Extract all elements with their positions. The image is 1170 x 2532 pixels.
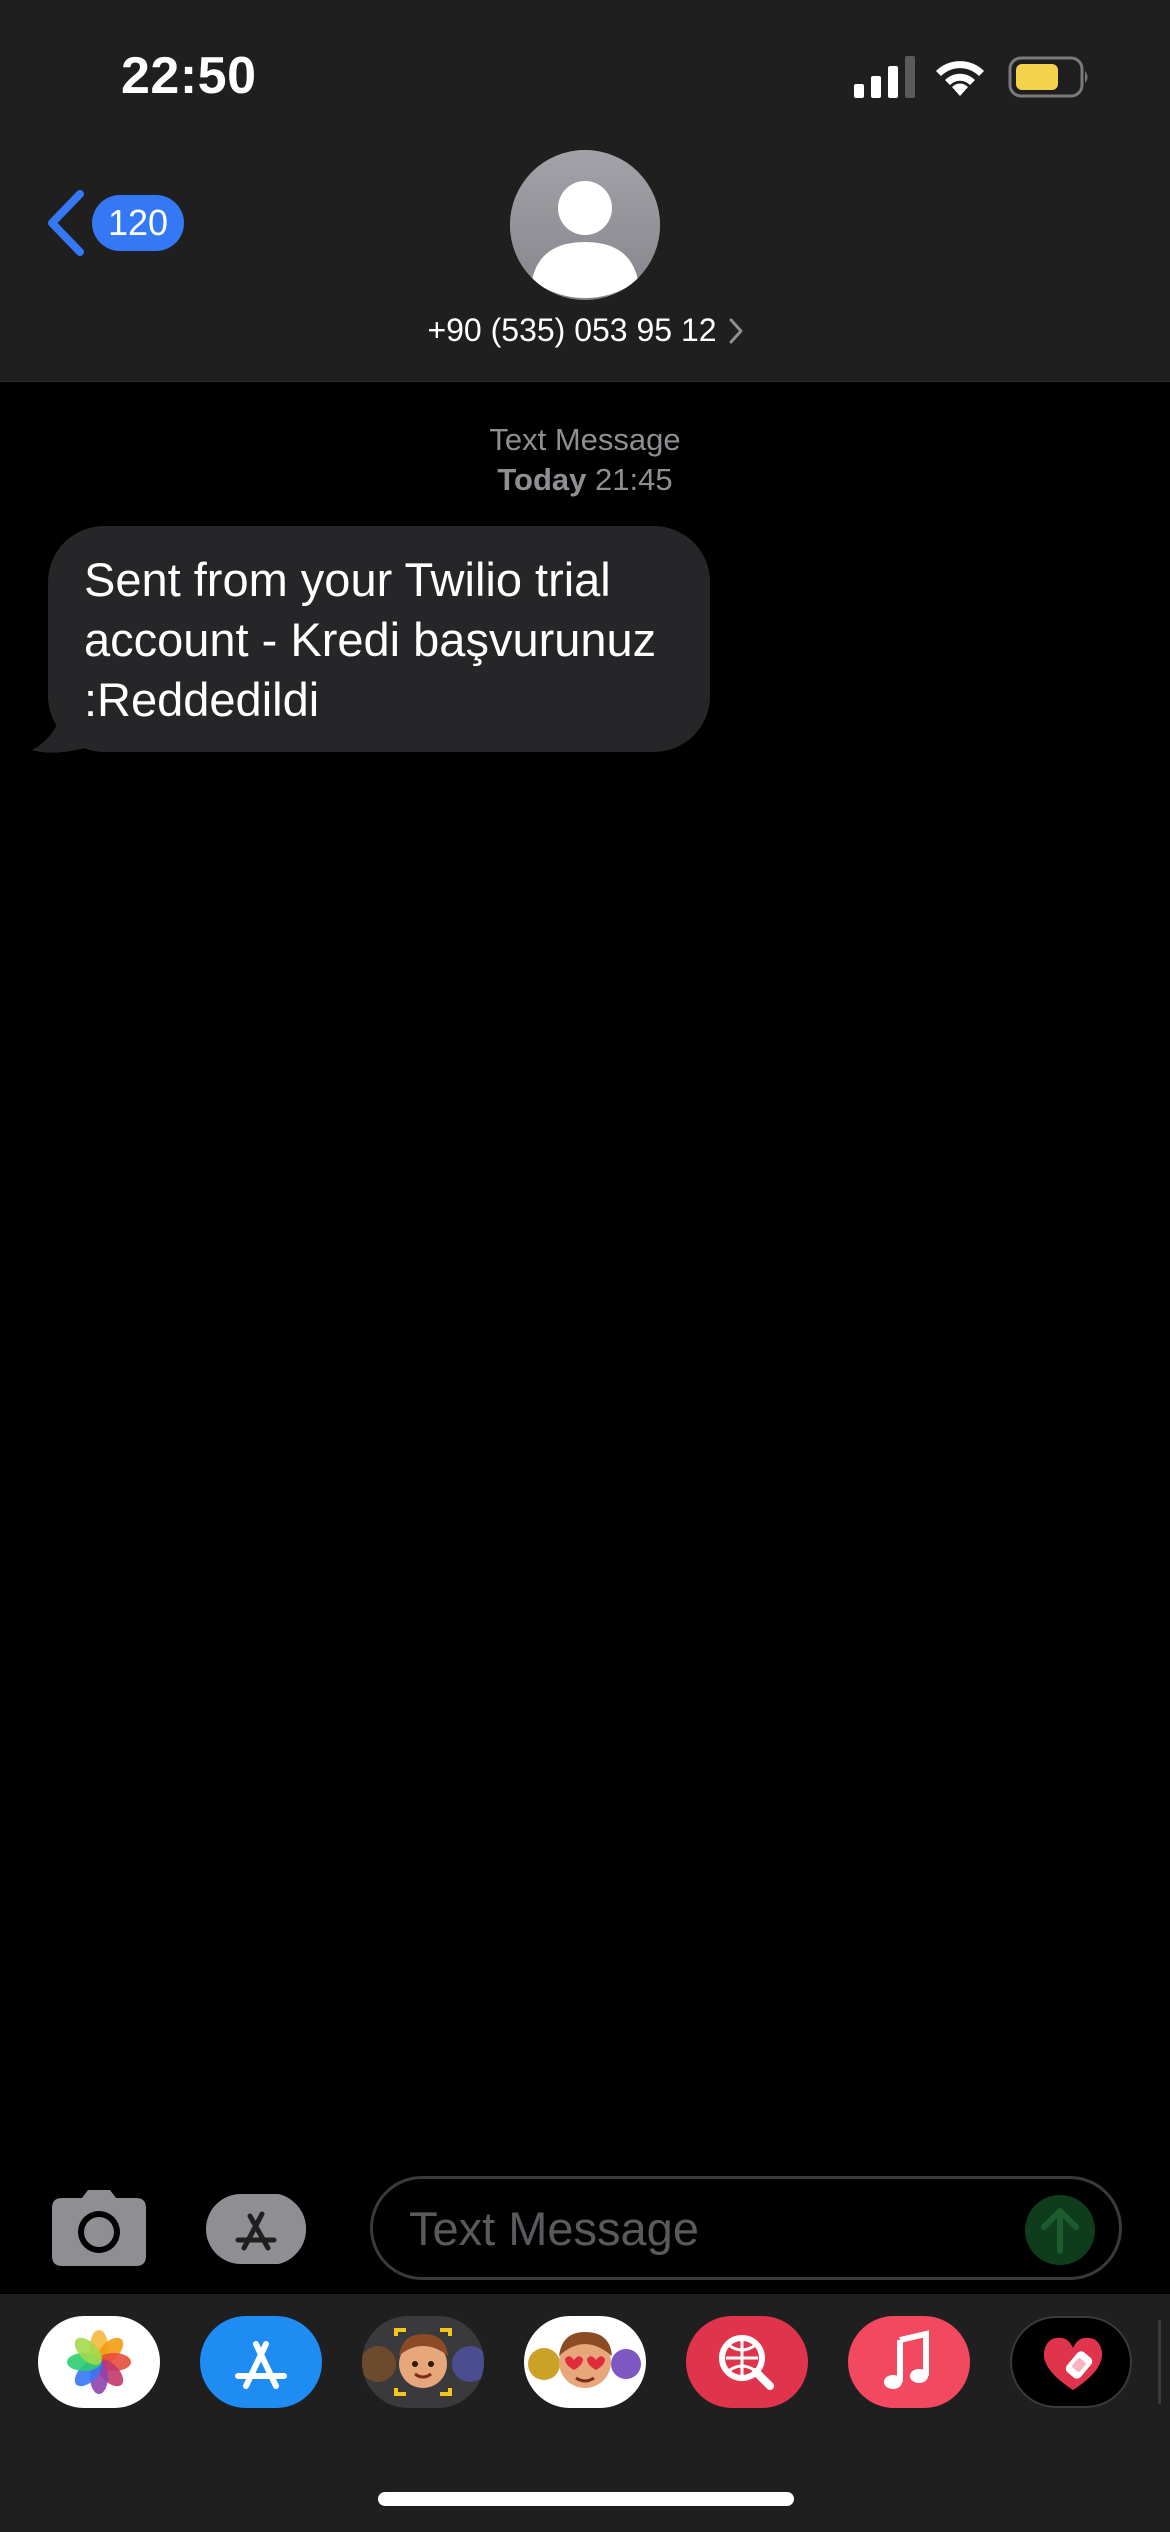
message-time: 21:45 [595, 462, 673, 497]
app-store-icon [206, 2193, 306, 2265]
contact-name-button[interactable]: +90 (535) 053 95 12 [0, 312, 1170, 349]
heart-app-button[interactable] [1010, 2316, 1132, 2408]
music-app-button[interactable] [848, 2316, 970, 2408]
person-silhouette-icon [510, 150, 660, 300]
cellular-signal-icon [854, 56, 915, 98]
incoming-message-bubble[interactable]: Sent from your Twilio trial account - Kr… [48, 526, 710, 752]
message-date-line: Today 21:45 [0, 460, 1170, 500]
web-search-icon [719, 2335, 774, 2390]
wifi-icon [936, 61, 984, 96]
memoji-stickers-app-button[interactable] [524, 2316, 646, 2408]
message-row: Sent from your Twilio trial account - Kr… [30, 526, 720, 754]
music-icon [884, 2330, 929, 2389]
chevron-left-icon [48, 190, 84, 256]
message-input[interactable] [409, 2179, 1009, 2277]
contact-avatar[interactable] [510, 150, 660, 300]
conversation-header: 22:50 120 +90 (535) 053 95 12 [0, 0, 1170, 382]
message-day: Today [497, 462, 587, 497]
send-button[interactable] [1025, 2195, 1095, 2265]
chevron-right-icon [729, 318, 743, 343]
app-store-icon [235, 2341, 287, 2389]
battery-icon [1008, 56, 1088, 98]
drawer-scroll-edge [1158, 2320, 1161, 2404]
heart-app-icon [1043, 2337, 1103, 2390]
web-search-app-button[interactable] [686, 2316, 808, 2408]
memoji-camera-app-button[interactable] [362, 2316, 484, 2408]
photos-app-button[interactable] [38, 2316, 160, 2408]
message-timestamp-header: Text Message Today 21:45 [0, 420, 1170, 500]
camera-icon[interactable] [52, 2190, 146, 2266]
unread-count-badge: 120 [92, 195, 185, 251]
arrow-up-icon [1041, 2208, 1079, 2254]
photos-icon [67, 2330, 131, 2394]
home-indicator[interactable] [378, 2492, 794, 2506]
status-time: 22:50 [121, 47, 257, 105]
contact-number: +90 (535) 053 95 12 [427, 312, 717, 348]
app-store-app-button[interactable] [200, 2316, 322, 2408]
message-service-label: Text Message [489, 422, 681, 457]
memoji-stickers-icon [528, 2332, 641, 2388]
memoji-camera-icon [362, 2328, 484, 2396]
message-input-field[interactable] [370, 2176, 1122, 2280]
back-button[interactable]: 120 [44, 188, 185, 258]
app-store-drawer-button[interactable] [206, 2193, 318, 2265]
